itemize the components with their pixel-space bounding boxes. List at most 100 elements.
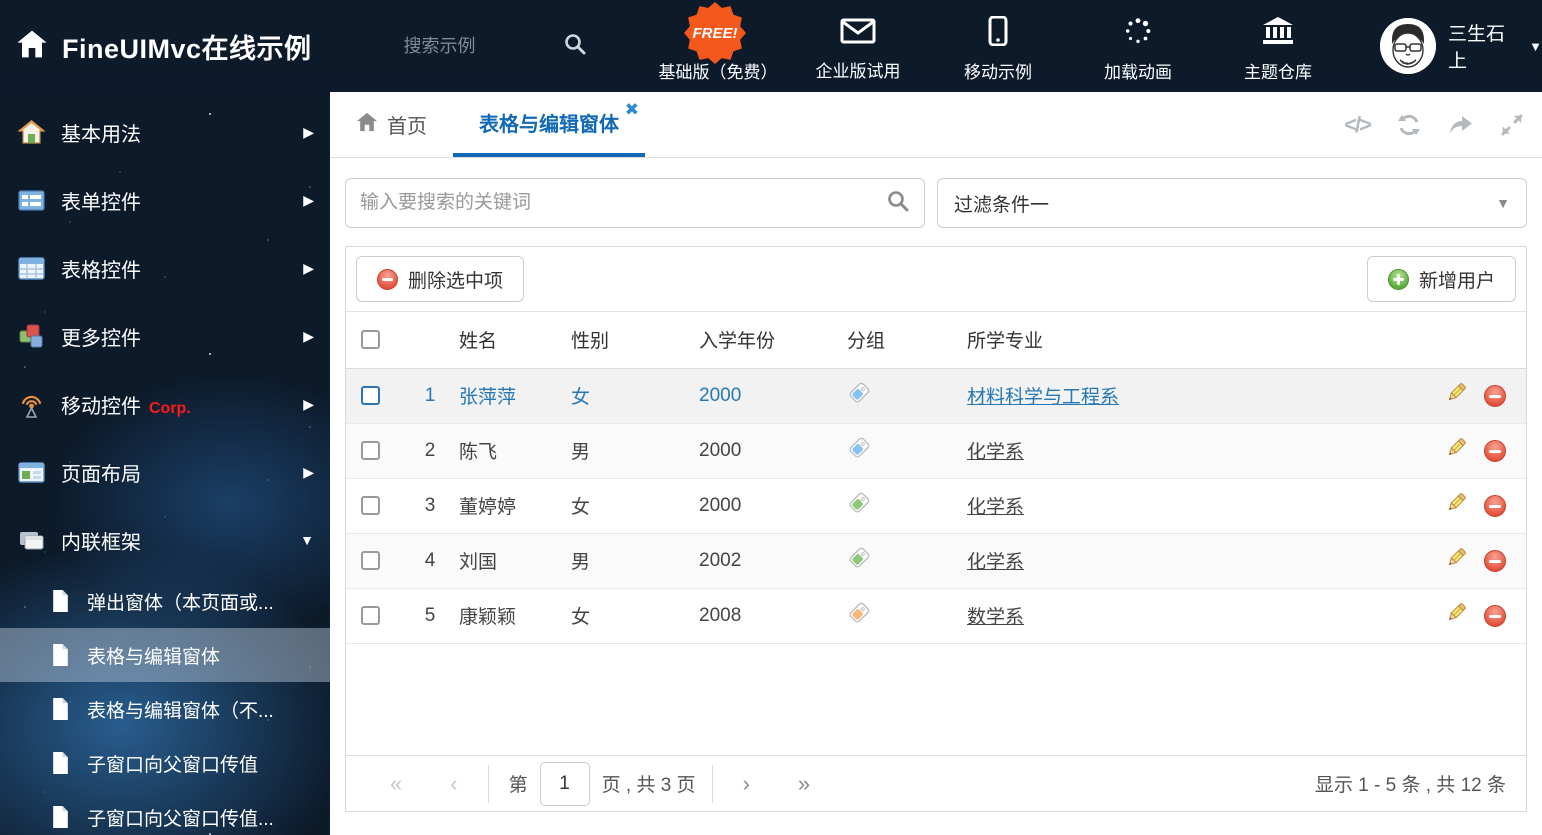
cell-major: 化学系	[967, 533, 1414, 589]
add-user-button[interactable]: 新增用户	[1366, 256, 1516, 302]
search-icon[interactable]	[886, 189, 910, 218]
cell-group	[847, 588, 967, 644]
edit-pencil-icon[interactable]	[1445, 601, 1468, 630]
tab-home[interactable]: 首页	[330, 92, 453, 157]
user-menu[interactable]: 三生石上 ▼	[1380, 18, 1542, 74]
nav-item-loading-animation[interactable]: 加载动画	[1072, 10, 1204, 83]
col-header-major[interactable]: 所学专业	[967, 312, 1414, 369]
prev-page-button[interactable]: ‹	[426, 771, 481, 797]
next-page-button[interactable]: ›	[719, 771, 774, 797]
nav-label: 主题仓库	[1244, 62, 1313, 82]
delete-row-icon[interactable]	[1484, 494, 1506, 517]
tab-bar: 首页 表格与编辑窗体 ✖ </>	[330, 92, 1542, 158]
mobile-icon	[988, 15, 1008, 51]
page-number-input[interactable]	[539, 761, 590, 806]
delete-row-icon[interactable]	[1484, 439, 1506, 462]
cell-gender: 男	[571, 423, 699, 479]
grid-panel: 删除选中项 新增用户 姓名 性别 入学年份 分组 所学专业 1 张萍萍 女 20…	[345, 246, 1527, 812]
cell-year: 2002	[699, 533, 847, 589]
group-tag-icon	[847, 437, 871, 465]
cell-year: 2000	[699, 478, 847, 534]
users-table: 姓名 性别 入学年份 分组 所学专业 1 张萍萍 女 2000 材料科学与工程系…	[346, 312, 1526, 644]
major-link[interactable]: 化学系	[967, 552, 1024, 573]
row-checkbox[interactable]	[361, 605, 380, 625]
row-checkbox[interactable]	[361, 495, 380, 515]
search-icon[interactable]	[563, 32, 587, 61]
close-icon[interactable]: ✖	[625, 101, 639, 118]
pager-divider	[711, 764, 713, 803]
group-tag-icon	[847, 547, 871, 575]
table-row: 5 康颖颖 女 2008 数学系	[346, 588, 1526, 644]
sidebar-subitem-grid-edit-window-2[interactable]: 表格与编辑窗体（不...	[0, 682, 330, 736]
sidebar-item-more-controls[interactable]: 更多控件 ▶	[0, 302, 330, 370]
sidebar-item-label: 基本用法	[61, 123, 141, 146]
keyword-search-input[interactable]	[360, 192, 886, 214]
brand[interactable]: FineUIMvc在线示例	[0, 27, 403, 66]
major-link[interactable]: 化学系	[967, 442, 1024, 463]
col-header-group[interactable]: 分组	[847, 312, 967, 369]
cell-name: 陈飞	[459, 423, 571, 479]
app-title: FineUIMvc在线示例	[62, 33, 312, 64]
cell-group	[847, 533, 967, 589]
content-area: 过滤条件一 ▼ 删除选中项 新增用户	[330, 158, 1542, 812]
corp-badge: Corp.	[149, 399, 191, 417]
sidebar-item-basic-usage[interactable]: 基本用法 ▶	[0, 98, 330, 166]
sidebar-subitem-child-to-parent-2[interactable]: 子窗口向父窗口传值...	[0, 790, 330, 835]
group-tag-icon	[847, 382, 871, 410]
delete-row-icon[interactable]	[1484, 549, 1506, 572]
cubes-icon	[18, 323, 45, 350]
nav-item-enterprise-trial[interactable]: 企业版试用	[792, 11, 924, 82]
major-link[interactable]: 材料科学与工程系	[967, 387, 1119, 408]
cell-major: 数学系	[967, 588, 1414, 644]
edit-pencil-icon[interactable]	[1445, 436, 1468, 465]
col-header-name[interactable]: 姓名	[459, 312, 571, 369]
delete-row-icon[interactable]	[1484, 384, 1506, 407]
cell-gender: 女	[571, 368, 699, 424]
first-page-button[interactable]: «	[366, 771, 426, 797]
sidebar-item-grid-controls[interactable]: 表格控件 ▶	[0, 234, 330, 302]
select-all-checkbox[interactable]	[361, 330, 380, 350]
refresh-icon[interactable]	[1396, 112, 1422, 138]
form-icon	[18, 187, 45, 214]
nav-item-mobile-demo[interactable]: 移动示例	[932, 10, 1064, 83]
nav-item-theme-repo[interactable]: 主题仓库	[1212, 10, 1344, 83]
sidebar-subitem-child-to-parent[interactable]: 子窗口向父窗口传值	[0, 736, 330, 790]
table-header-row: 姓名 性别 入学年份 分组 所学专业	[346, 312, 1526, 369]
share-icon[interactable]	[1448, 113, 1474, 137]
sidebar-item-mobile-controls[interactable]: 移动控件 Corp. ▶	[0, 370, 330, 438]
user-name: 三生石上	[1448, 24, 1506, 72]
sidebar-item-label: 表单控件	[61, 191, 141, 214]
col-header-year[interactable]: 入学年份	[699, 312, 847, 369]
sidebar-item-iframe[interactable]: 内联框架 ▼	[0, 506, 330, 574]
row-checkbox[interactable]	[361, 440, 380, 460]
delete-row-icon[interactable]	[1484, 604, 1506, 627]
col-header-gender[interactable]: 性别	[571, 312, 699, 369]
header-search-input[interactable]	[403, 35, 564, 57]
edit-pencil-icon[interactable]	[1445, 546, 1468, 575]
antenna-icon	[18, 391, 45, 418]
row-checkbox[interactable]	[361, 550, 380, 570]
cell-name: 张萍萍	[459, 368, 571, 424]
sidebar-subitem-popup-window[interactable]: 弹出窗体（本页面或...	[0, 574, 330, 628]
last-page-button[interactable]: »	[774, 771, 834, 797]
source-code-icon[interactable]: </>	[1344, 112, 1372, 138]
expand-icon[interactable]	[1500, 113, 1524, 137]
delete-selected-button[interactable]: 删除选中项	[356, 256, 525, 302]
plus-circle-icon	[1387, 268, 1409, 290]
major-link[interactable]: 数学系	[967, 607, 1024, 628]
grid-toolbar: 删除选中项 新增用户	[346, 247, 1526, 312]
filter-dropdown[interactable]: 过滤条件一 ▼	[937, 178, 1527, 228]
sidebar-item-page-layout[interactable]: 页面布局 ▶	[0, 438, 330, 506]
tab-grid-edit-window[interactable]: 表格与编辑窗体 ✖	[453, 92, 645, 157]
nav-label: 加载动画	[1104, 62, 1173, 82]
row-checkbox[interactable]	[361, 385, 380, 405]
edit-pencil-icon[interactable]	[1445, 491, 1468, 520]
edit-pencil-icon[interactable]	[1445, 381, 1468, 410]
cell-gender: 女	[571, 478, 699, 534]
avatar	[1380, 18, 1437, 74]
sidebar-item-form-controls[interactable]: 表单控件 ▶	[0, 166, 330, 234]
major-link[interactable]: 化学系	[967, 497, 1024, 518]
main-content: 首页 表格与编辑窗体 ✖ </> 输入要搜索的关键词 过滤条件一 ▼ 删除选中项…	[330, 92, 1542, 835]
chevron-right-icon: ▶	[303, 259, 314, 276]
sidebar-subitem-grid-edit-window[interactable]: 表格与编辑窗体	[0, 628, 330, 682]
